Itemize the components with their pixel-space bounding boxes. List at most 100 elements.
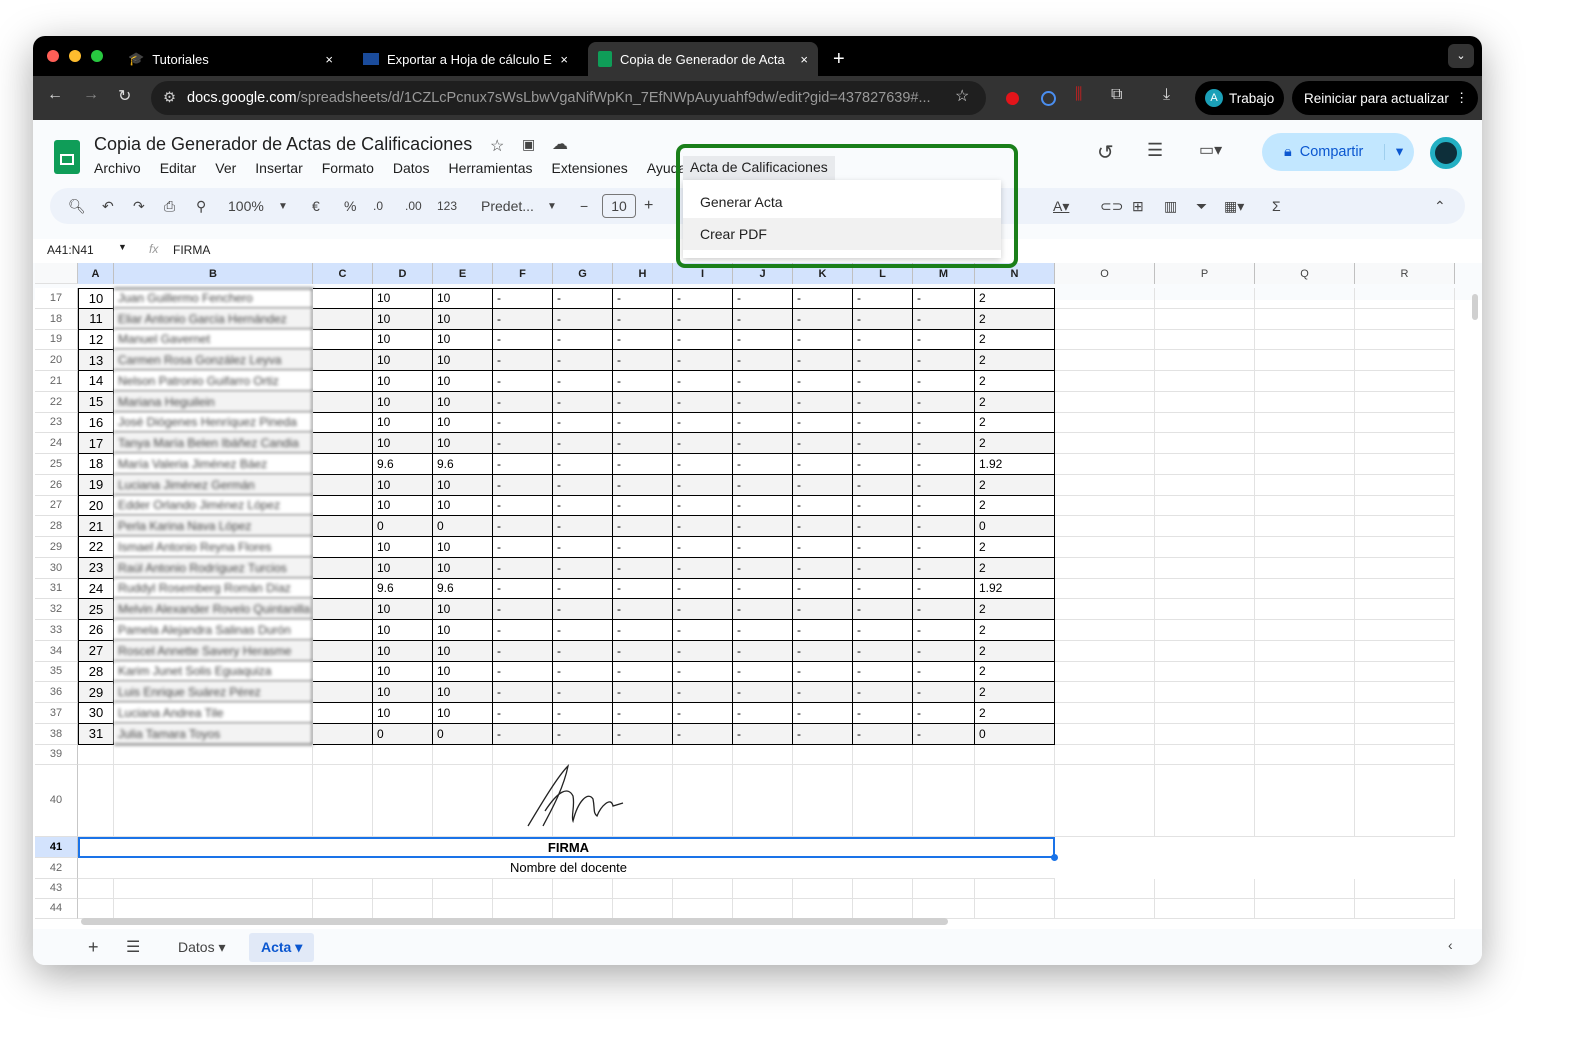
increase-decimals-button[interactable]: .00	[405, 199, 422, 213]
grid-cell[interactable]	[1155, 744, 1255, 765]
grid-cell[interactable]	[313, 682, 373, 703]
grid-cell[interactable]: -	[853, 308, 913, 330]
grid-cell[interactable]: -	[733, 433, 793, 454]
grid-cell[interactable]: -	[553, 433, 613, 454]
grid-cell[interactable]: 27	[78, 640, 114, 662]
close-tab-icon[interactable]: ×	[800, 52, 808, 67]
grid-cell[interactable]: -	[913, 391, 975, 413]
row-header[interactable]: 17	[35, 288, 78, 309]
profile-button[interactable]: A Trabajo	[1195, 81, 1285, 115]
grid-cell[interactable]: 2	[975, 433, 1055, 454]
grid-cell[interactable]	[1155, 661, 1255, 683]
grid-cell[interactable]	[1255, 516, 1355, 537]
grid-cell[interactable]: -	[853, 599, 913, 620]
increase-font-size-icon[interactable]: +	[644, 197, 653, 215]
grid-cell[interactable]: 10	[373, 412, 433, 434]
grid-cell[interactable]	[1155, 557, 1255, 579]
menu-formato[interactable]: Formato	[322, 160, 384, 176]
grid-cell[interactable]	[1155, 878, 1255, 899]
grid-cell[interactable]	[853, 744, 913, 765]
grid-cell[interactable]: 10	[373, 537, 433, 558]
grid-cell[interactable]: -	[913, 578, 975, 600]
grid-cell[interactable]	[1155, 682, 1255, 703]
grid-cell[interactable]: 15	[78, 391, 114, 413]
grid-cell[interactable]: 2	[975, 371, 1055, 392]
grid-cell[interactable]: 0	[373, 723, 433, 745]
font-select[interactable]: Predet...	[481, 198, 534, 214]
grid-cell[interactable]: -	[553, 723, 613, 745]
grid-cell[interactable]: -	[913, 723, 975, 745]
row-header[interactable]: 19	[35, 329, 78, 351]
grid-cell[interactable]: -	[553, 537, 613, 558]
grid-cell[interactable]: -	[793, 661, 853, 683]
grid-cell[interactable]	[1155, 433, 1255, 454]
grid-cell[interactable]: -	[913, 371, 975, 392]
grid-cell[interactable]: -	[853, 371, 913, 392]
close-tab-icon[interactable]: ×	[560, 52, 568, 67]
grid-cell[interactable]: 13	[78, 350, 114, 371]
grid-cell[interactable]: -	[853, 433, 913, 454]
grid-cell[interactable]: 30	[78, 703, 114, 724]
grid-cell[interactable]	[793, 878, 853, 899]
grid-cell[interactable]: 1.92	[975, 454, 1055, 475]
grid-cell[interactable]: 2	[975, 640, 1055, 662]
grid-cell[interactable]: -	[493, 620, 553, 641]
merged-cell-docente[interactable]: Nombre del docente	[78, 858, 1055, 879]
grid-cell[interactable]: -	[493, 557, 553, 579]
grid-cell[interactable]: -	[553, 557, 613, 579]
grid-cell[interactable]	[1255, 723, 1355, 745]
grid-cell[interactable]: -	[853, 703, 913, 724]
grid-cell[interactable]	[913, 764, 975, 837]
grid-cell[interactable]: -	[553, 474, 613, 496]
grid-cell[interactable]: -	[853, 557, 913, 579]
grid-cell[interactable]: 10	[433, 308, 493, 330]
student-name-cell[interactable]: Karim Junet Solis Eguaquiza	[114, 661, 313, 683]
grid-cell[interactable]	[1255, 495, 1355, 517]
grid-cell[interactable]: -	[733, 350, 793, 371]
grid-cell[interactable]	[114, 898, 313, 919]
grid-cell[interactable]	[733, 744, 793, 765]
grid-cell[interactable]	[673, 898, 733, 919]
horizontal-scrollbar[interactable]	[81, 918, 948, 925]
grid-cell[interactable]	[313, 537, 373, 558]
grid-cell[interactable]	[1055, 744, 1155, 765]
grid-cell[interactable]: -	[793, 308, 853, 330]
grid-cell[interactable]	[1055, 599, 1155, 620]
grid-cell[interactable]: 2	[975, 474, 1055, 496]
grid-cell[interactable]	[313, 433, 373, 454]
grid-cell[interactable]: 2	[975, 350, 1055, 371]
grid-cell[interactable]: 9.6	[433, 578, 493, 600]
grid-cell[interactable]	[1355, 578, 1455, 600]
new-tab-button[interactable]: +	[823, 42, 855, 76]
functions-icon[interactable]: Σ	[1272, 198, 1281, 214]
row-header[interactable]: 33	[35, 620, 78, 641]
grid-cell[interactable]: -	[733, 620, 793, 641]
grid-cell[interactable]	[1055, 557, 1155, 579]
grid-cell[interactable]	[1355, 599, 1455, 620]
grid-cell[interactable]: -	[913, 537, 975, 558]
grid-cell[interactable]	[1055, 474, 1155, 496]
grid-cell[interactable]	[1055, 391, 1155, 413]
grid-cell[interactable]: 2	[975, 537, 1055, 558]
column-header-f[interactable]: F	[493, 263, 553, 284]
column-header-o[interactable]: O	[1055, 263, 1155, 284]
grid-cell[interactable]	[373, 764, 433, 837]
grid-cell[interactable]: -	[913, 288, 975, 309]
grid-cell[interactable]: -	[493, 599, 553, 620]
grid-cell[interactable]: -	[793, 557, 853, 579]
grid-cell[interactable]: -	[553, 308, 613, 330]
grid-cell[interactable]: -	[493, 682, 553, 703]
row-header[interactable]: 32	[35, 599, 78, 620]
grid-cell[interactable]: -	[613, 350, 673, 371]
grid-cell[interactable]: 28	[78, 661, 114, 683]
grid-cell[interactable]: 9.6	[373, 578, 433, 600]
grid-cell[interactable]: -	[853, 288, 913, 309]
grid-cell[interactable]: -	[613, 433, 673, 454]
grid-cell[interactable]: -	[613, 682, 673, 703]
menu-editar[interactable]: Editar	[160, 160, 207, 176]
grid-cell[interactable]: -	[493, 723, 553, 745]
grid-cell[interactable]: -	[493, 703, 553, 724]
student-name-cell[interactable]: Perla Karina Nava López	[114, 516, 313, 537]
grid-cell[interactable]: -	[793, 703, 853, 724]
grid-cell[interactable]: -	[733, 371, 793, 392]
